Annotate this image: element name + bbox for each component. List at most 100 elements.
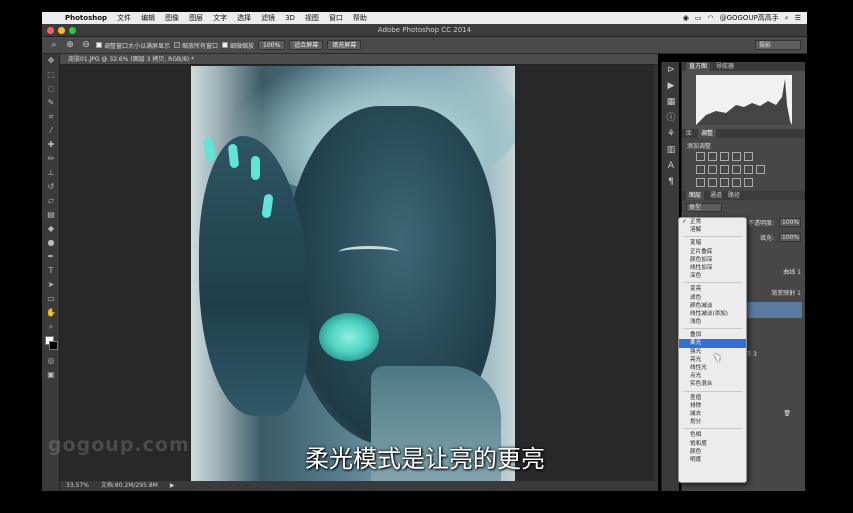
- blend-darken[interactable]: 变暗: [679, 239, 746, 247]
- opacity-input[interactable]: 100%: [779, 218, 801, 227]
- zoom-window-button[interactable]: [69, 27, 76, 34]
- vibrance-icon[interactable]: [696, 165, 705, 174]
- brush-tool-icon[interactable]: ✏: [42, 152, 60, 166]
- list-icon[interactable]: ☰: [795, 14, 801, 22]
- blend-linear-light[interactable]: 线性光: [679, 364, 746, 372]
- dodge-tool-icon[interactable]: ●: [42, 236, 60, 250]
- tab-layers[interactable]: 图层: [686, 191, 705, 200]
- search-icon[interactable]: ⌕: [785, 14, 789, 23]
- layer-kind-select[interactable]: 类型: [686, 203, 722, 212]
- fit-screen-button[interactable]: 适合屏幕: [289, 40, 324, 50]
- blend-linear-burn[interactable]: 线性加深: [679, 264, 746, 272]
- menu-type[interactable]: 文字: [208, 13, 232, 23]
- menu-image[interactable]: 图像: [160, 13, 184, 23]
- blend-lighter-color[interactable]: 浅色: [679, 318, 746, 326]
- blend-lighten[interactable]: 变亮: [679, 285, 746, 293]
- move-tool-icon[interactable]: ✥: [42, 54, 60, 68]
- type-tool-icon[interactable]: T: [42, 264, 60, 278]
- minimize-window-button[interactable]: [58, 27, 65, 34]
- mixer-icon[interactable]: [756, 165, 765, 174]
- trash-icon[interactable]: 🗑: [783, 410, 791, 417]
- canvas-area[interactable]: [60, 65, 654, 481]
- blend-subtract[interactable]: 减去: [679, 410, 746, 418]
- selected-layer-highlight[interactable]: [746, 302, 802, 318]
- blend-color-dodge[interactable]: 颜色减淡: [679, 302, 746, 310]
- zoom-all-checkbox[interactable]: 缩放所有窗口: [174, 41, 218, 50]
- posterize-icon[interactable]: [708, 178, 717, 187]
- eraser-tool-icon[interactable]: ▱: [42, 194, 60, 208]
- blend-linear-dodge[interactable]: 线性减淡(添加): [679, 310, 746, 318]
- hand-tool-icon[interactable]: ✋: [42, 306, 60, 320]
- photo-filter-icon[interactable]: [744, 165, 753, 174]
- blend-hard-mix[interactable]: 实色混合: [679, 380, 746, 388]
- layer-curves[interactable]: 曲线 1: [783, 267, 801, 276]
- healing-tool-icon[interactable]: ✚: [42, 138, 60, 152]
- gradient-tool-icon[interactable]: ▤: [42, 208, 60, 222]
- layer-copy-3[interactable]: 贝 3: [745, 349, 757, 358]
- blend-hard-light[interactable]: 强光: [679, 348, 746, 356]
- eyedropper-tool-icon[interactable]: ⁄: [42, 124, 60, 138]
- zoom-100-button[interactable]: 100%: [258, 40, 286, 50]
- menu-window[interactable]: 窗口: [324, 13, 348, 23]
- zoom-tool-sidebar-icon[interactable]: ⌕: [42, 320, 60, 334]
- blend-soft-light[interactable]: 柔光: [679, 339, 746, 348]
- threshold-icon[interactable]: [720, 178, 729, 187]
- tab-adjustments[interactable]: 调整: [698, 129, 717, 138]
- clone-panel-icon[interactable]: ▥: [662, 142, 680, 158]
- blend-saturation[interactable]: 饱和度: [679, 440, 746, 448]
- selective-color-icon[interactable]: [732, 178, 741, 187]
- fill-input[interactable]: 100%: [779, 233, 801, 242]
- menu-app-name[interactable]: Photoshop: [60, 14, 112, 22]
- lasso-tool-icon[interactable]: ◌: [42, 82, 60, 96]
- status-arrow-icon[interactable]: ▶: [170, 481, 175, 491]
- document-tab[interactable]: 皮肤01.JPG @ 32.6% (图层 3 拷贝, RGB/8) *: [60, 54, 658, 65]
- info-panel-icon[interactable]: ⓘ: [662, 110, 680, 126]
- blend-vivid-light[interactable]: 亮光: [679, 356, 746, 364]
- zoom-tool-icon[interactable]: ⌕: [48, 39, 60, 51]
- blend-hue[interactable]: 色相: [679, 431, 746, 439]
- blend-multiply[interactable]: 正片叠底: [679, 248, 746, 256]
- blend-difference[interactable]: 差值: [679, 394, 746, 402]
- quick-mask-icon[interactable]: ◎: [42, 354, 60, 368]
- hue-icon[interactable]: [708, 165, 717, 174]
- blend-color[interactable]: 颜色: [679, 448, 746, 456]
- blend-color-burn[interactable]: 颜色加深: [679, 256, 746, 264]
- invert-icon[interactable]: [696, 178, 705, 187]
- history-brush-tool-icon[interactable]: ↺: [42, 180, 60, 194]
- gradient-filter-icon[interactable]: [744, 152, 753, 161]
- menu-select[interactable]: 选择: [232, 13, 256, 23]
- resize-windows-checkbox[interactable]: 调整窗口大小以满屏显示: [96, 41, 170, 50]
- workspace-select[interactable]: 摄影: [755, 40, 801, 50]
- crop-tool-icon[interactable]: ⌗: [42, 110, 60, 124]
- background-color[interactable]: [49, 341, 58, 350]
- blur-tool-icon[interactable]: ◆: [42, 222, 60, 236]
- blend-darker-color[interactable]: 深色: [679, 272, 746, 280]
- menu-view[interactable]: 视图: [300, 13, 324, 23]
- character-panel-icon[interactable]: A: [662, 158, 680, 174]
- paragraph-panel-icon[interactable]: ¶: [662, 174, 680, 190]
- tab-libraries[interactable]: 库: [686, 129, 692, 138]
- menu-layer[interactable]: 图层: [184, 13, 208, 23]
- actions-panel-icon[interactable]: ▶: [662, 78, 680, 94]
- path-select-tool-icon[interactable]: ➤: [42, 278, 60, 292]
- zoom-level[interactable]: 33.57%: [66, 481, 89, 491]
- menu-help[interactable]: 帮助: [348, 13, 372, 23]
- menu-edit[interactable]: 编辑: [136, 13, 160, 23]
- marquee-tool-icon[interactable]: ⬚: [42, 68, 60, 82]
- color-swatches[interactable]: [42, 334, 59, 354]
- menu-3d[interactable]: 3D: [280, 14, 300, 22]
- zoom-in-icon[interactable]: ⊕: [64, 39, 76, 51]
- history-panel-icon[interactable]: ⊳: [662, 62, 680, 78]
- menu-filter[interactable]: 滤镜: [256, 13, 280, 23]
- blend-pin-light[interactable]: 点光: [679, 372, 746, 380]
- screen-mode-icon[interactable]: ▣: [42, 368, 60, 382]
- pen-tool-icon[interactable]: ✒: [42, 250, 60, 264]
- canvas-vertical-scrollbar[interactable]: [654, 65, 658, 481]
- bw-icon[interactable]: [732, 165, 741, 174]
- stamp-tool-icon[interactable]: ⊥: [42, 166, 60, 180]
- tab-navigator[interactable]: 导航器: [716, 62, 734, 71]
- properties-panel-icon[interactable]: ▦: [662, 94, 680, 110]
- quick-select-tool-icon[interactable]: ✎: [42, 96, 60, 110]
- curves-icon[interactable]: [720, 152, 729, 161]
- zoom-out-icon[interactable]: ⊖: [80, 39, 92, 51]
